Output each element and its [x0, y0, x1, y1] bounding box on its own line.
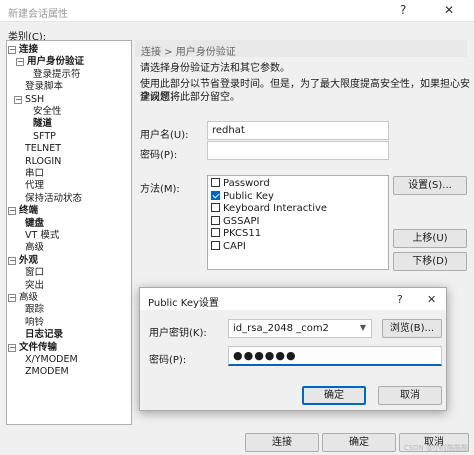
checkbox-icon[interactable] [211, 215, 220, 225]
tree-expander-icon[interactable]: − [8, 343, 16, 352]
public-key-dialog: Public Key设置 ? ✕ 用户密钥(K): id_rsa_2048 _c… [139, 287, 447, 411]
method-item[interactable]: Keyboard Interactive [211, 203, 327, 214]
dialog-cancel-button[interactable]: 取消 [378, 386, 442, 405]
connect-button[interactable]: 连接 [245, 433, 319, 452]
method-label-text: PKCS11 [223, 228, 262, 239]
dialog-ok-button[interactable]: 确定 [302, 386, 366, 405]
checkbox-icon[interactable] [211, 240, 220, 250]
close-icon[interactable]: ✕ [444, 3, 454, 17]
method-item[interactable]: CAPI [211, 240, 246, 252]
method-label-text: Password [223, 178, 270, 189]
tree-item[interactable]: SFTP [33, 131, 56, 143]
tree-item[interactable]: 登录提示符 [33, 69, 81, 81]
method-label-text: Public Key [223, 190, 274, 202]
breadcrumb: 连接 > 用户身份验证 [135, 40, 467, 58]
tree-item[interactable]: 终端 [19, 205, 38, 217]
tree-expander-icon[interactable]: − [8, 294, 16, 302]
tree-item[interactable]: 跟踪 [25, 304, 44, 316]
tree-expander-icon[interactable]: − [14, 95, 22, 104]
tree-item[interactable]: 窗口 [25, 267, 44, 279]
tree-item[interactable]: 文件传输 [19, 342, 57, 354]
tree-expander-icon[interactable]: − [16, 58, 24, 67]
description-line-3: 建议您将此部分留空。 [140, 92, 240, 103]
tree-item[interactable]: 突出 [25, 280, 44, 292]
tree-item[interactable]: 外观 [19, 255, 38, 267]
method-item[interactable]: PKCS11 [211, 228, 261, 239]
tree-item[interactable]: 代理 [25, 180, 44, 192]
tree-item[interactable]: 登录脚本 [25, 81, 63, 93]
checkbox-checked-icon[interactable] [211, 190, 220, 200]
tree-item[interactable]: SSH [25, 94, 44, 106]
browse-button[interactable]: 浏览(B)... [382, 319, 442, 338]
tree-item[interactable]: 保持活动状态 [25, 193, 82, 205]
username-label: 用户名(U): [140, 130, 189, 141]
method-label-text: Keyboard Interactive [223, 203, 328, 214]
method-item[interactable]: Password [211, 178, 270, 189]
settings-button[interactable]: 设置(S)... [393, 176, 467, 195]
dialog-title: Public Key设置 [148, 298, 219, 309]
user-key-value: id_rsa_2048 _com2 [233, 323, 329, 334]
tree-item[interactable]: 响铃 [25, 317, 44, 329]
checkbox-icon[interactable] [211, 178, 220, 187]
tree-item[interactable]: 隧道 [33, 118, 52, 130]
tree-item[interactable]: 串口 [25, 168, 44, 180]
tree-item[interactable]: 高级 [25, 242, 44, 254]
method-label-text: CAPI [223, 240, 246, 252]
user-key-label: 用户密钥(K): [149, 328, 207, 339]
tree-item[interactable]: 日志记录 [25, 329, 63, 341]
tree-item[interactable]: 用户身份验证 [27, 56, 84, 68]
tree-item[interactable]: RLOGIN [25, 156, 61, 168]
tree-item[interactable]: 键盘 [25, 218, 44, 230]
tree-item[interactable]: 连接 [19, 44, 38, 56]
tree-item[interactable]: VT 模式 [25, 230, 59, 242]
method-label: 方法(M): [140, 184, 180, 195]
chevron-down-icon: ▼ [359, 323, 366, 332]
username-input[interactable]: redhat [207, 121, 389, 140]
dialog-help-icon[interactable]: ? [397, 293, 403, 306]
tree-item[interactable]: X/YMODEM [25, 354, 78, 366]
window-title: 新建会话属性 [8, 9, 68, 20]
user-key-select[interactable]: id_rsa_2048 _com2 ▼ [228, 319, 372, 338]
method-label-text: GSSAPI [223, 215, 260, 227]
help-icon[interactable]: ? [400, 3, 406, 17]
dialog-title-bar: Public Key设置 ? ✕ [140, 288, 446, 310]
dialog-password-input[interactable]: ●●●●●● [228, 346, 442, 366]
category-tree[interactable]: − 连接 − 用户身份验证 登录提示符 登录脚本 − SSH 安全性 隧道 SFTP TELNET RL… [6, 40, 132, 425]
title-bar: 新建会话属性 ? ✕ [0, 0, 474, 22]
ok-button[interactable]: 确定 [322, 433, 396, 452]
tree-expander-icon[interactable]: − [8, 46, 16, 54]
method-item[interactable]: Public Key [211, 190, 274, 202]
dialog-password-label: 密码(P): [149, 355, 187, 366]
method-item[interactable]: GSSAPI [211, 215, 260, 227]
dialog-close-icon[interactable]: ✕ [427, 293, 436, 306]
tree-expander-icon[interactable]: − [8, 207, 16, 216]
password-label: 密码(P): [140, 150, 178, 161]
move-down-button[interactable]: 下移(D) [393, 252, 467, 271]
method-list: Password Public Key Keyboard Interactive GS… [207, 175, 389, 270]
description-line-1: 请选择身份验证方法和其它参数。 [140, 63, 290, 74]
password-input[interactable] [207, 141, 389, 160]
checkbox-icon[interactable] [211, 228, 220, 237]
tree-item[interactable]: 安全性 [33, 106, 62, 118]
tree-item[interactable]: ZMODEM [25, 366, 69, 378]
checkbox-icon[interactable] [211, 203, 220, 212]
tree-item[interactable]: 高级 [19, 292, 38, 304]
watermark: CSDN @小时酷酷酷 [403, 444, 468, 452]
tree-item[interactable]: TELNET [25, 143, 61, 155]
move-up-button[interactable]: 上移(U) [393, 229, 467, 248]
tree-expander-icon[interactable]: − [8, 256, 16, 265]
